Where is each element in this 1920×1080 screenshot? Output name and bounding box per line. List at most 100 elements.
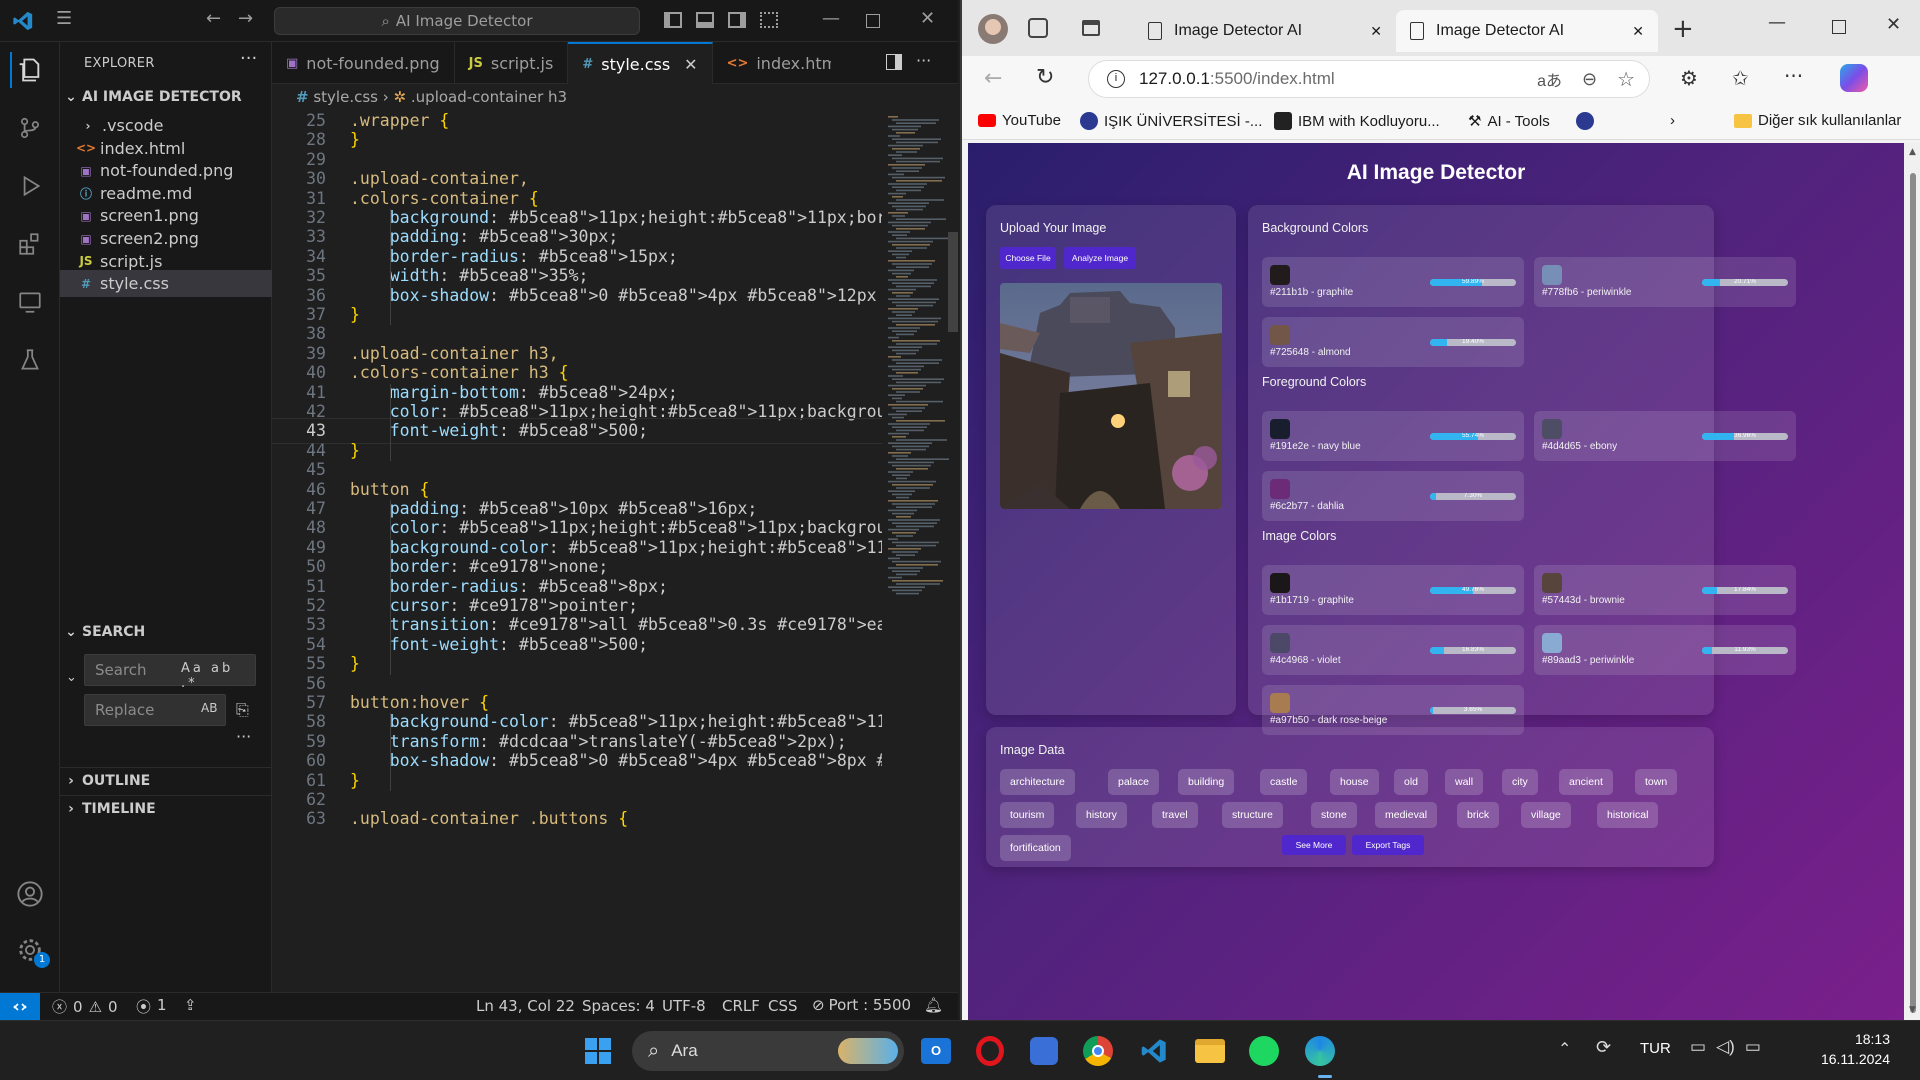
breadcrumb-symbol[interactable]: .upload-container h3: [411, 88, 567, 106]
preserve-case-icon[interactable]: AB: [201, 701, 217, 715]
choose-file-button[interactable]: Choose File: [1000, 247, 1056, 269]
editor-tab[interactable]: JS script.js: [455, 42, 569, 84]
clock[interactable]: 18:13 16.11.2024: [1790, 1029, 1890, 1069]
encoding[interactable]: UTF-8: [662, 997, 706, 1015]
back-icon[interactable]: ←: [984, 66, 1002, 91]
search-icon[interactable]: [12, 110, 48, 146]
scroll-up-icon[interactable]: ▲: [1909, 147, 1916, 157]
copilot-icon[interactable]: [1840, 64, 1868, 92]
problems-indicator[interactable]: ⓧ 0 ⚠ 0: [52, 996, 118, 1017]
ports-indicator[interactable]: ⦿ 1: [136, 996, 167, 1017]
export-tags-button[interactable]: Export Tags: [1352, 835, 1424, 855]
close-icon[interactable]: ✕: [1886, 14, 1901, 35]
more-actions-icon[interactable]: ···: [916, 53, 931, 70]
spotify-icon[interactable]: [1244, 1031, 1284, 1071]
page-scrollbar[interactable]: ▲ ▼: [1904, 143, 1920, 1020]
search-section-header[interactable]: ⌄ SEARCH: [60, 619, 272, 645]
extensions-icon[interactable]: ⚙: [1680, 66, 1698, 90]
address-bar[interactable]: i 127.0.0.1 :5500/index.html aあ ⊖ ☆: [1088, 60, 1650, 98]
bookmark-youtube[interactable]: YouTube: [978, 112, 1061, 129]
chrome-icon[interactable]: [1078, 1031, 1118, 1071]
nav-back-icon[interactable]: ←: [206, 8, 221, 29]
language-mode[interactable]: CSS: [768, 997, 798, 1015]
search-input[interactable]: Search Aa ab .*: [84, 654, 256, 691]
profile-avatar[interactable]: [978, 14, 1008, 44]
toggle-panel-icon[interactable]: [696, 12, 714, 28]
tag-chip[interactable]: architecture: [1000, 769, 1075, 795]
tag-chip[interactable]: tourism: [1000, 802, 1055, 828]
run-debug-icon[interactable]: [12, 168, 48, 204]
cursor-position[interactable]: Ln 43, Col 22: [476, 997, 575, 1015]
see-more-button[interactable]: See More: [1282, 835, 1346, 855]
tag-chip[interactable]: village: [1521, 802, 1571, 828]
more-actions-icon[interactable]: ···: [240, 48, 257, 69]
vscode-taskbar-icon[interactable]: [1134, 1031, 1174, 1071]
editor-tab[interactable]: ▣ not-founded.png: [272, 42, 455, 84]
tag-chip[interactable]: castle: [1260, 769, 1308, 795]
tag-chip[interactable]: stone: [1311, 802, 1357, 828]
app-icon[interactable]: [1024, 1031, 1064, 1071]
replace-all-icon[interactable]: ⎘: [236, 700, 249, 720]
end-of-line[interactable]: CRLF: [722, 997, 760, 1015]
minimize-icon[interactable]: —: [1768, 12, 1786, 33]
customize-layout-icon[interactable]: [760, 12, 778, 28]
tag-chip[interactable]: palace: [1108, 769, 1159, 795]
nav-forward-icon[interactable]: →: [238, 8, 253, 29]
tag-chip[interactable]: brick: [1457, 802, 1500, 828]
tag-chip[interactable]: ancient: [1559, 769, 1613, 795]
tag-chip[interactable]: fortification: [1000, 835, 1071, 861]
new-tab-icon[interactable]: +: [1672, 14, 1694, 44]
remote-indicator[interactable]: [0, 993, 40, 1021]
system-tray[interactable]: ▭ ◁) ▭: [1690, 1037, 1761, 1057]
replace-input[interactable]: Replace AB: [84, 694, 226, 726]
bookmark-isik[interactable]: IŞIK ÜNİVERSİTESİ -...: [1080, 112, 1262, 130]
accounts-icon[interactable]: [12, 876, 48, 912]
settings-gear-icon[interactable]: 1: [12, 932, 50, 968]
tag-chip[interactable]: wall: [1445, 769, 1484, 795]
zoom-icon[interactable]: ⊖: [1582, 69, 1597, 90]
live-share-icon[interactable]: ⇪: [184, 996, 197, 1014]
other-favorites-folder[interactable]: Diğer sık kullanılanlar: [1734, 112, 1901, 129]
chevron-up-icon[interactable]: ⌃: [1558, 1039, 1571, 1059]
project-folder-header[interactable]: ⌄ AI IMAGE DETECTOR: [60, 84, 272, 110]
favorites-icon[interactable]: ✩: [1732, 66, 1749, 90]
site-info-icon[interactable]: i: [1107, 70, 1125, 88]
close-icon[interactable]: ✕: [920, 8, 935, 29]
file-item[interactable]: # style.css: [60, 270, 272, 298]
minimap[interactable]: [882, 112, 958, 992]
windows-start-icon[interactable]: [578, 1031, 618, 1071]
breadcrumb-file[interactable]: style.css: [313, 88, 378, 106]
tag-chip[interactable]: old: [1394, 769, 1429, 795]
close-tab-icon[interactable]: ✕: [1632, 23, 1644, 40]
maximize-icon[interactable]: [1832, 20, 1846, 34]
input-language[interactable]: TUR: [1640, 1040, 1671, 1057]
bookmark-extra[interactable]: [1576, 112, 1594, 130]
toggle-secondary-sidebar-icon[interactable]: [728, 12, 746, 28]
explorer-icon[interactable]: [10, 52, 46, 88]
browser-tab-2[interactable]: Image Detector AI ✕: [1396, 10, 1658, 52]
editor-tab[interactable]: <> index.htm: [713, 42, 831, 84]
tag-chip[interactable]: structure: [1222, 802, 1283, 828]
taskbar-search[interactable]: ⌕ Ara: [632, 1031, 904, 1071]
timeline-section-header[interactable]: › TIMELINE: [60, 795, 272, 821]
favorite-star-icon[interactable]: ☆: [1617, 67, 1635, 92]
remote-explorer-icon[interactable]: [12, 284, 48, 320]
testing-icon[interactable]: [12, 342, 48, 378]
scrollbar-thumb[interactable]: [1910, 173, 1916, 1013]
menu-hamburger-icon[interactable]: ☰: [56, 8, 72, 29]
notifications-bell-icon[interactable]: 🔔︎: [924, 996, 943, 1014]
tag-chip[interactable]: city: [1502, 769, 1538, 795]
editor-tab[interactable]: # style.css ✕: [568, 42, 713, 84]
tag-chip[interactable]: history: [1076, 802, 1127, 828]
tab-actions-icon[interactable]: [1082, 20, 1100, 36]
command-center-search[interactable]: ⌕ AI Image Detector: [274, 7, 640, 35]
live-server-port[interactable]: ⊘ Port : 5500: [812, 996, 911, 1014]
tag-chip[interactable]: medieval: [1375, 802, 1438, 828]
bookmark-ibm[interactable]: IBM with Kodluyoru...: [1274, 112, 1440, 130]
toggle-primary-sidebar-icon[interactable]: [664, 12, 682, 28]
code-editor[interactable]: 25 .wrapper {28} 29 30 .upload-container, 31.…: [272, 112, 882, 992]
opera-icon[interactable]: [970, 1031, 1010, 1071]
sync-icon[interactable]: ⟳: [1596, 1037, 1611, 1058]
close-tab-icon[interactable]: ✕: [1370, 23, 1382, 40]
search-options-icons[interactable]: Aa ab .*: [181, 661, 255, 691]
